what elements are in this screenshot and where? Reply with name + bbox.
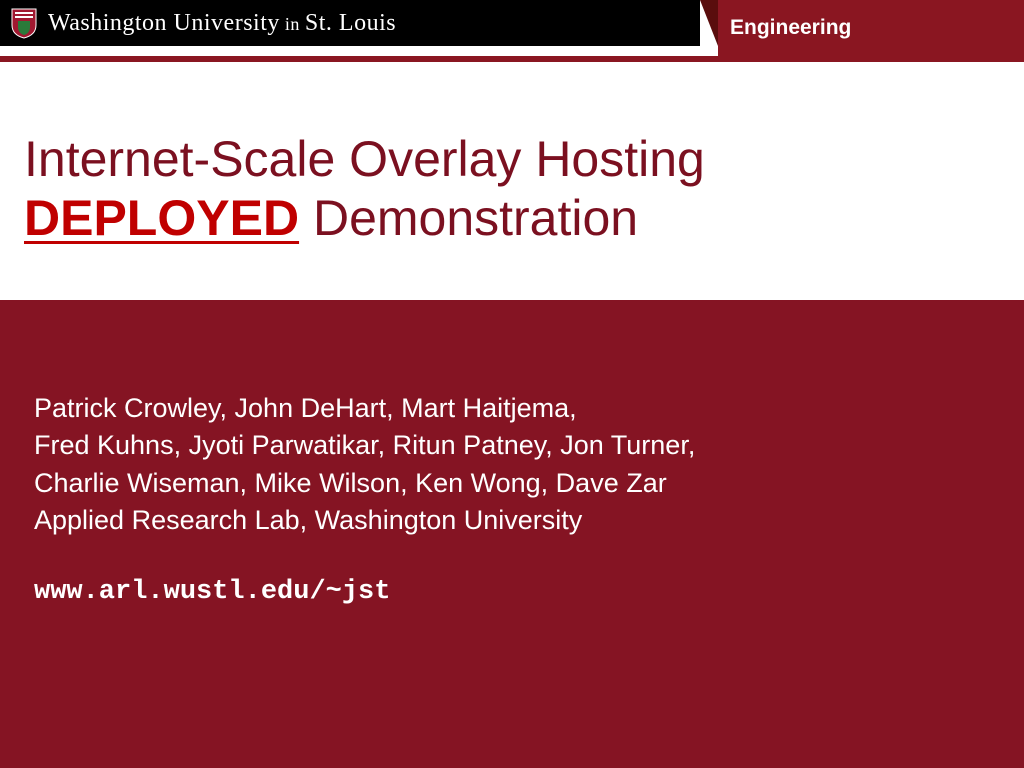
university-name: Washington University in St. Louis — [48, 10, 396, 37]
university-suffix: St. Louis — [305, 10, 396, 36]
dept-label: Engineering — [730, 16, 851, 40]
authors-block: Patrick Crowley, John DeHart, Mart Haitj… — [34, 390, 990, 539]
university-in: in — [280, 14, 305, 34]
title-line-1: Internet-Scale Overlay Hosting — [24, 130, 1000, 189]
content-panel: Patrick Crowley, John DeHart, Mart Haitj… — [0, 300, 1024, 768]
top-banner: Washington University in St. Louis — [0, 0, 700, 46]
url-text: www.arl.wustl.edu/~jst — [34, 577, 990, 607]
authors-line-3: Charlie Wiseman, Mike Wilson, Ken Wong, … — [34, 465, 990, 502]
authors-line-1: Patrick Crowley, John DeHart, Mart Haitj… — [34, 390, 990, 427]
title-line-2: DEPLOYED Demonstration — [24, 189, 1000, 248]
university-prefix: Washington University — [48, 10, 280, 36]
authors-line-2: Fred Kuhns, Jyoti Parwatikar, Ritun Patn… — [34, 427, 990, 464]
tab-wedge — [700, 0, 718, 46]
dept-tab: Engineering — [718, 0, 1024, 56]
tab-underline — [0, 56, 1024, 62]
slide: Washington University in St. Louis Engin… — [0, 0, 1024, 768]
title-emphasis: DEPLOYED — [24, 190, 299, 246]
slide-title: Internet-Scale Overlay Hosting DEPLOYED … — [24, 130, 1000, 248]
authors-line-4: Applied Research Lab, Washington Univers… — [34, 502, 990, 539]
shield-icon — [10, 7, 38, 39]
title-rest: Demonstration — [299, 190, 638, 246]
